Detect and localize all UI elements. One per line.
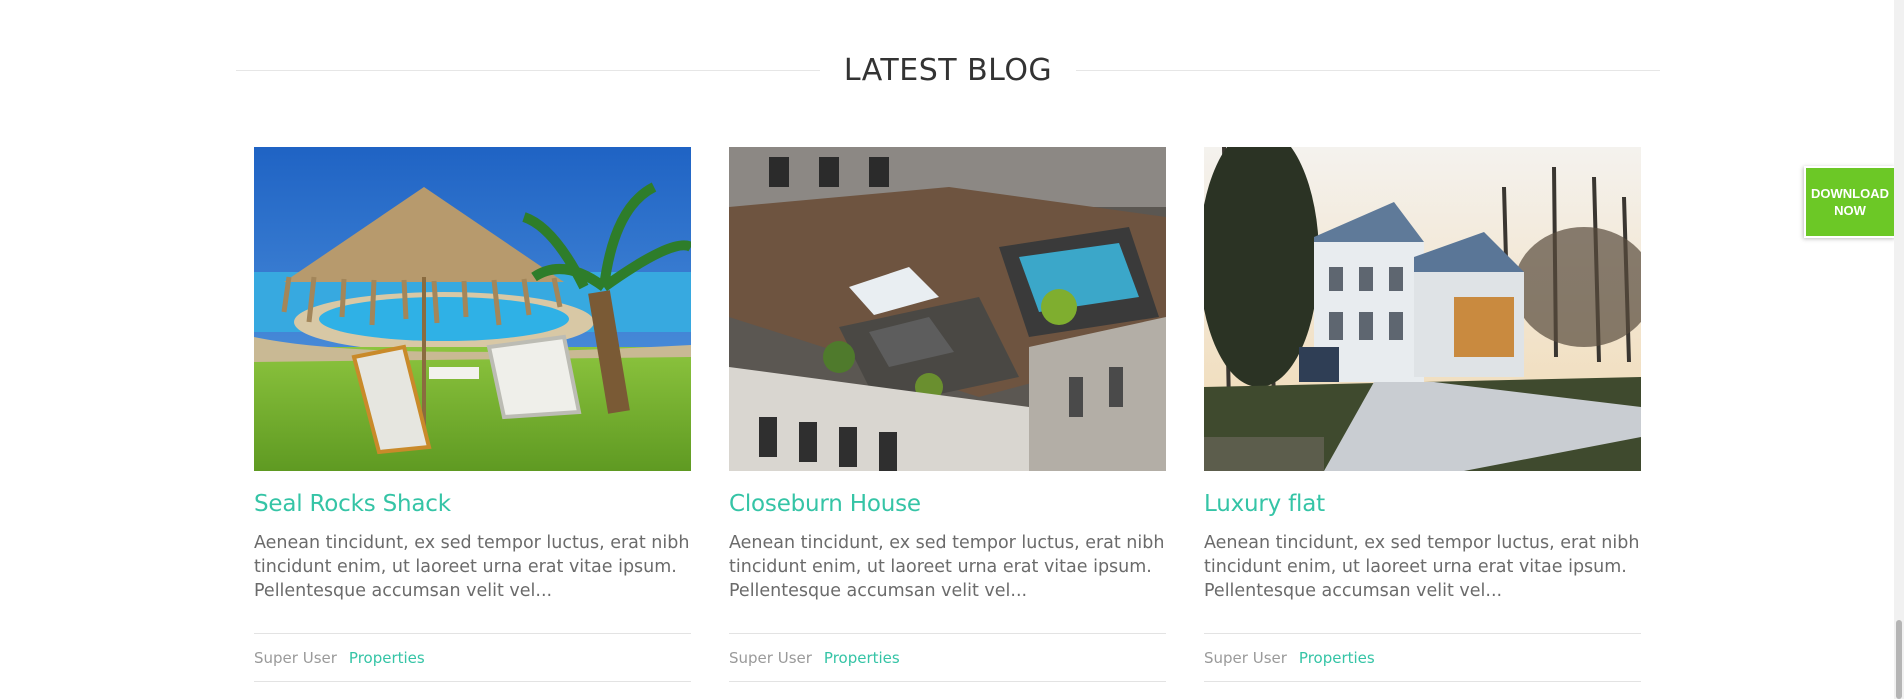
post-image-rooftop[interactable] <box>729 147 1166 471</box>
post-category-link[interactable]: Properties <box>1299 649 1375 667</box>
post-excerpt: Aenean tincidunt, ex sed tempor luctus, … <box>1204 533 1640 601</box>
post-category-link[interactable]: Properties <box>824 649 900 667</box>
header-rule-left <box>236 69 820 71</box>
header-rule-right <box>1076 69 1660 71</box>
post-category-link[interactable]: Properties <box>349 649 425 667</box>
scrollbar-thumb[interactable] <box>1896 620 1902 699</box>
post-excerpt: Aenean tincidunt, ex sed tempor luctus, … <box>254 533 690 601</box>
post-author: Super User <box>729 648 812 667</box>
post-title[interactable]: Closeburn House <box>729 489 1166 519</box>
post-author: Super User <box>1204 648 1287 667</box>
post-excerpt: Aenean tincidunt, ex sed tempor luctus, … <box>729 533 1165 601</box>
download-label: DOWNLOAD <box>1811 186 1889 201</box>
post-meta: Super User Properties <box>254 633 691 682</box>
download-now-button[interactable]: DOWNLOAD NOW <box>1804 166 1896 238</box>
post-image-pool[interactable] <box>254 147 691 471</box>
page-scrollbar[interactable] <box>1894 0 1904 699</box>
post-title[interactable]: Seal Rocks Shack <box>254 489 691 519</box>
page: LATEST BLOG Seal Rocks Shack Aenean tinc… <box>0 0 1904 699</box>
section-header: LATEST BLOG <box>236 46 1660 94</box>
post-author: Super User <box>254 648 337 667</box>
post-title[interactable]: Luxury flat <box>1204 489 1641 519</box>
blog-card: Luxury flat Aenean tincidunt, ex sed tem… <box>1204 147 1641 682</box>
post-meta: Super User Properties <box>729 633 1166 682</box>
now-label: NOW <box>1834 203 1866 218</box>
post-meta: Super User Properties <box>1204 633 1641 682</box>
section-title: LATEST BLOG <box>843 52 1053 88</box>
post-image-mansion[interactable] <box>1204 147 1641 471</box>
blog-card: Seal Rocks Shack Aenean tincidunt, ex se… <box>254 147 691 682</box>
blog-card: Closeburn House Aenean tincidunt, ex sed… <box>729 147 1166 682</box>
